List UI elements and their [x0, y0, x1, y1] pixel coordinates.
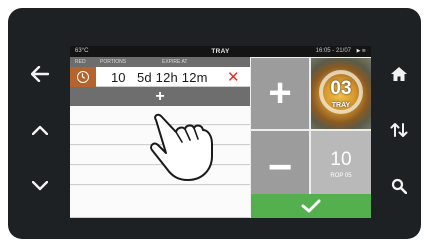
header-red: RED — [75, 59, 86, 65]
row-badge — [70, 67, 96, 87]
confirm-button[interactable] — [251, 194, 371, 218]
chevron-up-icon[interactable] — [26, 116, 54, 144]
header-portions: PORTIONS — [100, 59, 127, 65]
portions-value: 10 — [111, 70, 126, 85]
rop-button[interactable]: 10 ROP 05 — [311, 131, 371, 202]
list-item[interactable] — [70, 146, 250, 165]
list-item[interactable] — [70, 126, 250, 145]
list-item[interactable]: 10 5d 12h 12m ✕ — [70, 67, 250, 87]
clock-icon — [77, 71, 89, 83]
tray-list: RED PORTIONS EXPIRE AT 10 5d 12h 12m ✕ + — [70, 57, 250, 218]
chevron-down-icon[interactable] — [26, 172, 54, 200]
close-icon[interactable]: ✕ — [227, 68, 240, 86]
rop-number: 10 — [330, 149, 352, 170]
back-arrow-icon[interactable] — [26, 60, 54, 88]
search-icon[interactable] — [385, 172, 413, 200]
tray-button[interactable]: 03 TRAY — [311, 58, 371, 129]
decrease-button[interactable]: − — [251, 131, 309, 202]
home-icon[interactable] — [385, 60, 413, 88]
tray-label: TRAY — [331, 102, 351, 109]
list-item[interactable] — [70, 106, 250, 125]
list-item[interactable] — [70, 166, 250, 185]
list-item[interactable] — [70, 186, 250, 218]
status-bar: 63°C TRAY 16:05 - 21/07 ▶ ≋ — [70, 46, 371, 57]
expire-value: 5d 12h 12m — [137, 70, 208, 85]
add-row-button[interactable]: + — [70, 87, 250, 106]
increase-button[interactable]: + — [251, 58, 309, 129]
tray-number: 03 — [330, 78, 352, 99]
device: 63°C TRAY 16:05 - 21/07 ▶ ≋ RED PORTIONS… — [0, 0, 429, 247]
sort-icon[interactable] — [385, 116, 413, 144]
touch-screen: 63°C TRAY 16:05 - 21/07 ▶ ≋ RED PORTIONS… — [70, 46, 371, 218]
rop-label: ROP 05 — [330, 173, 352, 179]
datetime-readout: 16:05 - 21/07 — [315, 48, 351, 54]
header-expire: EXPIRE AT — [162, 59, 188, 65]
list-header: RED PORTIONS EXPIRE AT — [70, 57, 250, 67]
status-symbols: ▶ ≋ — [356, 48, 366, 54]
check-icon — [301, 199, 321, 213]
